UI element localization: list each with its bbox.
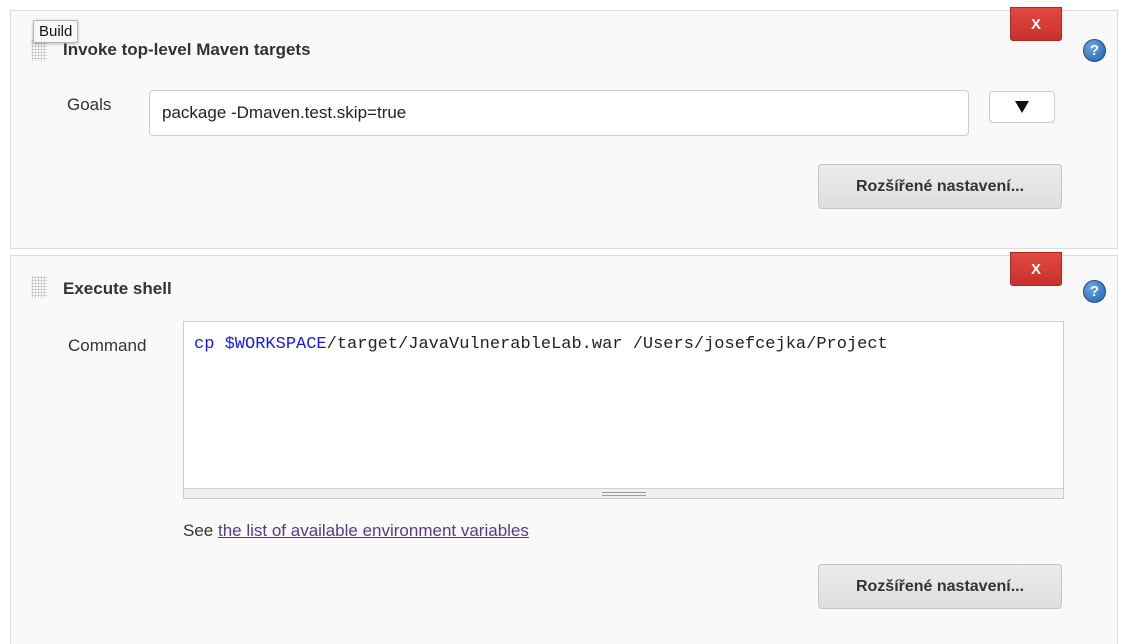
shell-step-title: Execute shell <box>63 279 172 298</box>
tooltip: Build <box>33 20 79 43</box>
textarea-resize-bar[interactable] <box>184 488 1063 498</box>
shell-build-step: Execute shell X Command cp $WORKSPACE/ta… <box>10 252 1118 644</box>
maven-step-title: Invoke top-level Maven targets <box>63 40 311 59</box>
goals-expand-button[interactable] <box>989 91 1055 123</box>
maven-advanced-button[interactable]: Rozšířené nastavení... <box>818 164 1062 209</box>
env-vars-hint: See the list of available environment va… <box>183 521 529 541</box>
shell-advanced-button[interactable]: Rozšířené nastavení... <box>818 564 1062 609</box>
goals-label: Goals <box>67 95 112 114</box>
delete-shell-step-button[interactable]: X <box>1010 252 1062 286</box>
chevron-down-icon <box>1015 101 1029 113</box>
command-variable: $WORKSPACE <box>224 335 327 354</box>
build-steps-canvas: Build Invoke top-level Maven targets X G… <box>0 0 1123 644</box>
command-keyword: cp <box>194 335 225 354</box>
help-icon[interactable]: ? <box>1083 280 1106 303</box>
delete-maven-step-button[interactable]: X <box>1010 7 1062 41</box>
help-icon[interactable]: ? <box>1083 39 1106 62</box>
command-text: cp $WORKSPACE/target/JavaVulnerableLab.w… <box>194 335 1060 354</box>
see-text: See <box>183 521 218 540</box>
command-label: Command <box>68 336 147 355</box>
goals-input[interactable] <box>149 90 969 136</box>
maven-build-step: Invoke top-level Maven targets X Goals R… <box>10 7 1118 249</box>
drag-handle-icon[interactable] <box>31 276 47 298</box>
resize-grip-icon[interactable] <box>602 492 646 496</box>
command-textarea[interactable]: cp $WORKSPACE/target/JavaVulnerableLab.w… <box>183 321 1064 499</box>
command-path: /target/JavaVulnerableLab.war /Users/jos… <box>326 335 888 354</box>
env-vars-link[interactable]: the list of available environment variab… <box>218 521 529 540</box>
